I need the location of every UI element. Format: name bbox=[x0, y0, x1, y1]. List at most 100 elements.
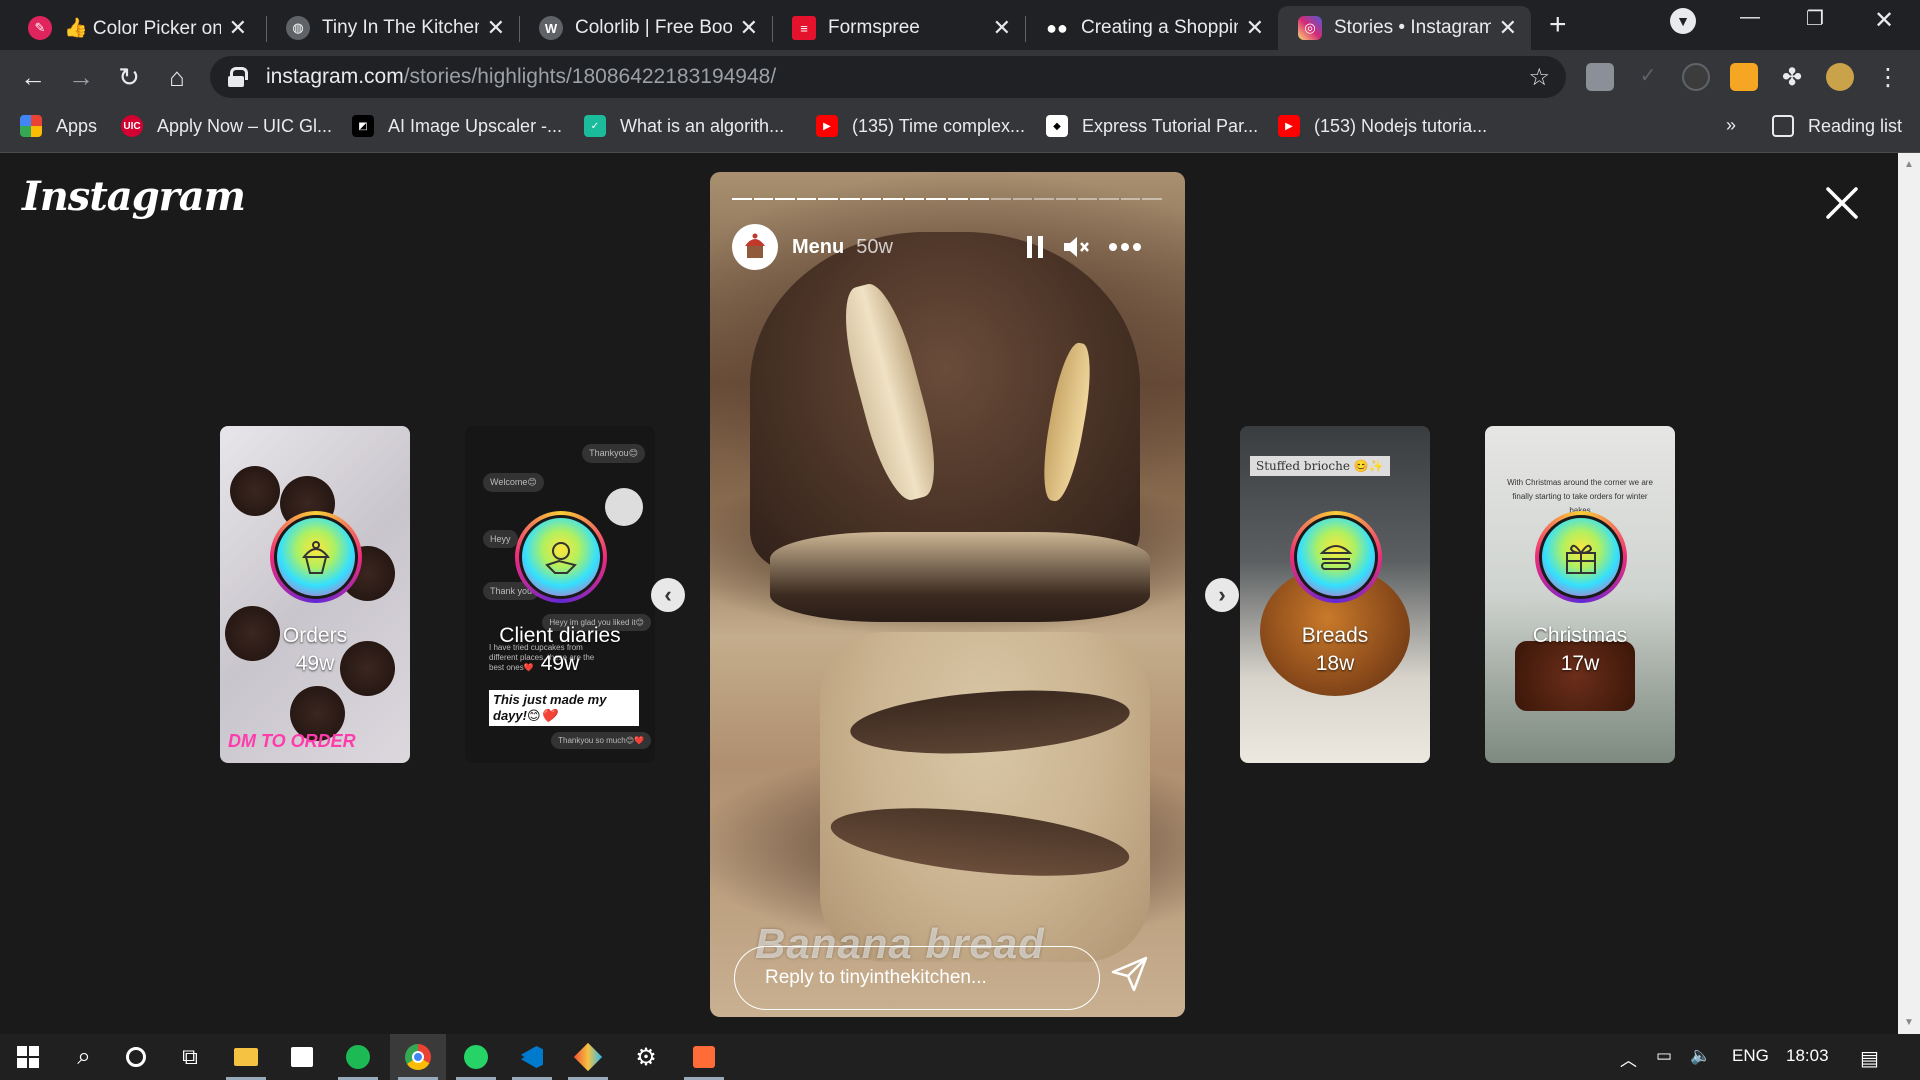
chrome-icon[interactable] bbox=[390, 1034, 446, 1080]
spotify-icon[interactable] bbox=[330, 1034, 386, 1080]
bookmark-algorithm[interactable]: ✓ What is an algorith... bbox=[584, 115, 784, 137]
git-client-icon[interactable] bbox=[560, 1034, 616, 1080]
battery-icon[interactable]: ▭ bbox=[1656, 1046, 1672, 1066]
close-icon[interactable] bbox=[1822, 183, 1862, 223]
restore-button[interactable]: ❐ bbox=[1806, 6, 1824, 31]
more-options-icon[interactable] bbox=[1108, 242, 1142, 252]
bookmark-label: (153) Nodejs tutoria... bbox=[1314, 115, 1488, 136]
instagram-logo[interactable]: Instagram bbox=[22, 173, 246, 220]
highlight-card-breads[interactable]: Stuffed brioche 😊✨ Breads 18w bbox=[1240, 426, 1430, 763]
reply-input[interactable]: Reply to tinyinthekitchen... bbox=[734, 946, 1100, 1010]
chat-bubble: Heyy bbox=[483, 530, 518, 548]
close-tab-icon[interactable]: ✕ bbox=[487, 15, 505, 41]
kebab-menu-icon[interactable]: ⋮ bbox=[1874, 63, 1902, 91]
cortana-icon[interactable] bbox=[108, 1034, 164, 1080]
language-indicator[interactable]: ENG bbox=[1732, 1046, 1769, 1066]
settings-gear-icon[interactable]: ⚙ bbox=[618, 1034, 674, 1080]
pause-icon[interactable] bbox=[1026, 235, 1044, 259]
bookmark-uic[interactable]: UIC Apply Now – UIC Gl... bbox=[121, 115, 332, 137]
tab-medium[interactable]: ●● Creating a Shoppin ✕ bbox=[1025, 6, 1278, 50]
bookmark-star-icon[interactable]: ☆ bbox=[1528, 63, 1550, 92]
progress-segment bbox=[796, 198, 817, 200]
tab-colorlib[interactable]: W Colorlib | Free Boots ✕ bbox=[519, 6, 772, 50]
tab-color-picker[interactable]: ✎ 👍 Color Picker onli ✕ bbox=[8, 6, 261, 50]
new-tab-button[interactable]: + bbox=[1549, 8, 1567, 42]
tab-title: Tiny In The Kitchen bbox=[322, 17, 479, 38]
next-story-button[interactable]: › bbox=[1205, 578, 1239, 612]
task-view-icon[interactable]: ⧉ bbox=[162, 1034, 218, 1080]
postman-icon[interactable] bbox=[676, 1034, 732, 1080]
progress-segment bbox=[1120, 198, 1141, 200]
close-tab-icon[interactable]: ✕ bbox=[993, 15, 1011, 41]
start-button[interactable] bbox=[0, 1034, 56, 1080]
page-scrollbar[interactable]: ▲ ▼ bbox=[1898, 153, 1920, 1034]
story-progress-bar bbox=[732, 198, 1162, 201]
search-icon[interactable]: ⌕ bbox=[56, 1034, 112, 1080]
overflow-label: » bbox=[1726, 115, 1737, 135]
highlight-card-client-diaries[interactable]: Thankyou😊 Welcome😊 Heyy Thank you Heyy i… bbox=[465, 426, 655, 763]
reading-list-button[interactable]: Reading list bbox=[1772, 115, 1902, 137]
forward-arrow-icon[interactable]: → bbox=[64, 62, 98, 93]
reload-icon[interactable]: ↻ bbox=[112, 62, 146, 93]
instagram-story-viewer: Instagram Orders 49w DM TO ORDER Thankyo… bbox=[0, 153, 1898, 1034]
puzzle-icon[interactable]: ✤ bbox=[1778, 63, 1806, 91]
close-tab-icon[interactable]: ✕ bbox=[740, 15, 758, 41]
file-explorer-icon[interactable] bbox=[218, 1034, 274, 1080]
chat-bubble: Thankyou so much😊❤️ bbox=[551, 732, 651, 749]
lock-icon[interactable] bbox=[228, 67, 248, 87]
bookmark-time-complexity[interactable]: ▶ (135) Time complex... bbox=[816, 115, 1025, 137]
avatar[interactable] bbox=[732, 224, 778, 270]
active-story[interactable]: Menu 50w Banana bread Reply to tinyinthe… bbox=[710, 172, 1185, 1017]
send-icon[interactable] bbox=[1110, 954, 1150, 994]
tray-overflow-icon[interactable]: ︿ bbox=[1620, 1046, 1637, 1071]
highlight-card-christmas[interactable]: With Christmas around the corner we are … bbox=[1485, 426, 1675, 763]
progress-segment bbox=[839, 198, 860, 200]
clock[interactable]: 18:03 bbox=[1786, 1046, 1829, 1066]
store-icon[interactable] bbox=[274, 1034, 330, 1080]
bookmark-ai-upscaler[interactable]: ◩ AI Image Upscaler -... bbox=[352, 115, 562, 137]
story-controls bbox=[1026, 234, 1142, 260]
tab-search-icon[interactable]: ▼ bbox=[1670, 8, 1696, 34]
extension-icon[interactable] bbox=[1730, 63, 1758, 91]
whatsapp-icon[interactable] bbox=[448, 1034, 504, 1080]
vscode-icon[interactable] bbox=[504, 1034, 560, 1080]
progress-segment bbox=[1034, 198, 1054, 200]
close-tab-icon[interactable]: ✕ bbox=[229, 15, 247, 41]
minimize-button[interactable]: — bbox=[1740, 6, 1760, 29]
gift-icon bbox=[1539, 515, 1623, 599]
close-window-button[interactable]: ✕ bbox=[1874, 6, 1894, 35]
bookmarks-overflow-button[interactable]: » bbox=[1726, 115, 1736, 136]
address-bar[interactable]: instagram.com/stories/highlights/1808642… bbox=[210, 56, 1566, 98]
extension-icon[interactable]: ✓ bbox=[1634, 63, 1662, 91]
notifications-icon[interactable]: ▤ bbox=[1860, 1046, 1879, 1071]
tab-title: Colorlib | Free Boots bbox=[575, 17, 732, 38]
tab-formspree[interactable]: ≡ Formspree ✕ bbox=[772, 6, 1025, 50]
volume-icon[interactable]: 🔈 bbox=[1690, 1046, 1711, 1066]
close-tab-icon[interactable]: ✕ bbox=[1246, 15, 1264, 41]
sandwich-icon bbox=[1294, 515, 1378, 599]
bookmark-apps[interactable]: Apps bbox=[20, 115, 97, 137]
previous-story-button[interactable]: ‹ bbox=[651, 578, 685, 612]
back-arrow-icon[interactable]: ← bbox=[16, 62, 50, 93]
mute-icon[interactable] bbox=[1062, 234, 1090, 260]
story-username[interactable]: Menu bbox=[792, 236, 844, 259]
tab-instagram-stories[interactable]: ◎ Stories • Instagram ✕ bbox=[1278, 6, 1531, 50]
highlight-card-orders[interactable]: Orders 49w DM TO ORDER bbox=[220, 426, 410, 763]
avatar[interactable] bbox=[1826, 63, 1854, 91]
progress-segment bbox=[926, 198, 946, 200]
reading-list-icon bbox=[1772, 115, 1794, 137]
scroll-down-icon[interactable]: ▼ bbox=[1904, 1017, 1914, 1028]
home-icon[interactable]: ⌂ bbox=[160, 62, 194, 93]
bookmark-express[interactable]: ◆ Express Tutorial Par... bbox=[1046, 115, 1258, 137]
progress-segment bbox=[883, 198, 903, 200]
highlight-name: Christmas bbox=[1532, 624, 1628, 647]
tab-tiny-in-the-kitchen[interactable]: ◍ Tiny In The Kitchen ✕ bbox=[266, 6, 519, 50]
medium-icon: ●● bbox=[1046, 17, 1068, 38]
bookmark-nodejs[interactable]: ▶ (153) Nodejs tutoria... bbox=[1278, 115, 1487, 137]
progress-segment bbox=[861, 198, 882, 200]
scroll-up-icon[interactable]: ▲ bbox=[1904, 159, 1914, 170]
extension-icon[interactable] bbox=[1586, 63, 1614, 91]
close-tab-icon[interactable]: ✕ bbox=[1499, 15, 1517, 41]
extension-icon[interactable] bbox=[1682, 63, 1710, 91]
progress-segment bbox=[732, 198, 752, 200]
